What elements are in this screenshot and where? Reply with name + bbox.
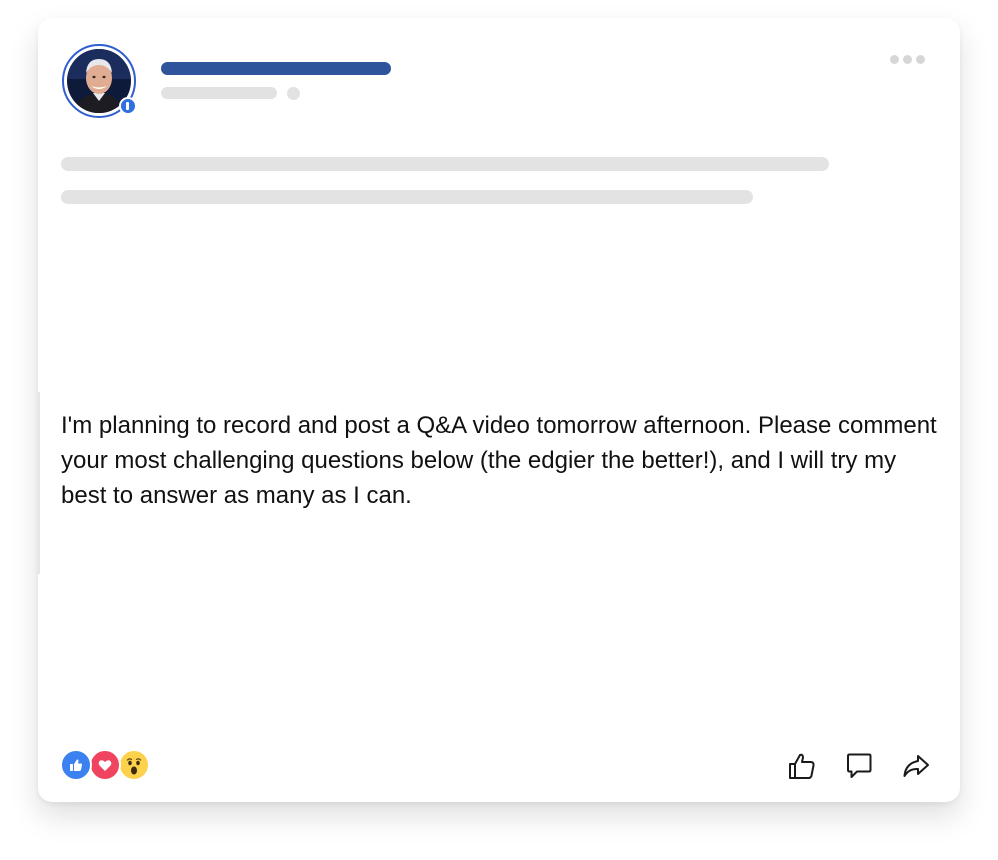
avatar[interactable] <box>62 44 137 118</box>
comment-icon <box>847 753 872 778</box>
comment-button[interactable] <box>839 746 879 786</box>
reactions-summary[interactable] <box>60 747 160 781</box>
post-text: I'm planning to record and post a Q&A vi… <box>61 412 937 509</box>
timestamp-placeholder <box>161 87 277 99</box>
author-name-placeholder[interactable] <box>161 62 391 75</box>
post-actions <box>782 746 942 786</box>
more-options-icon <box>902 54 912 64</box>
share-button[interactable] <box>896 746 936 786</box>
love-reaction-icon <box>89 749 121 781</box>
more-options-icon <box>915 54 925 64</box>
like-reaction-icon <box>60 749 92 781</box>
post-card: I'm planning to record and post a Q&A vi… <box>38 18 960 802</box>
more-options-icon <box>889 54 899 64</box>
like-button[interactable] <box>782 746 822 786</box>
text-placeholder-line <box>61 190 753 204</box>
share-icon <box>903 755 929 777</box>
audience-icon-placeholder <box>287 87 300 100</box>
like-icon <box>789 753 815 779</box>
verified-badge-icon <box>119 97 137 115</box>
more-options-button[interactable] <box>882 48 932 70</box>
wow-reaction-icon <box>118 749 150 781</box>
text-placeholder-line <box>61 157 829 171</box>
quote-divider <box>38 392 40 574</box>
